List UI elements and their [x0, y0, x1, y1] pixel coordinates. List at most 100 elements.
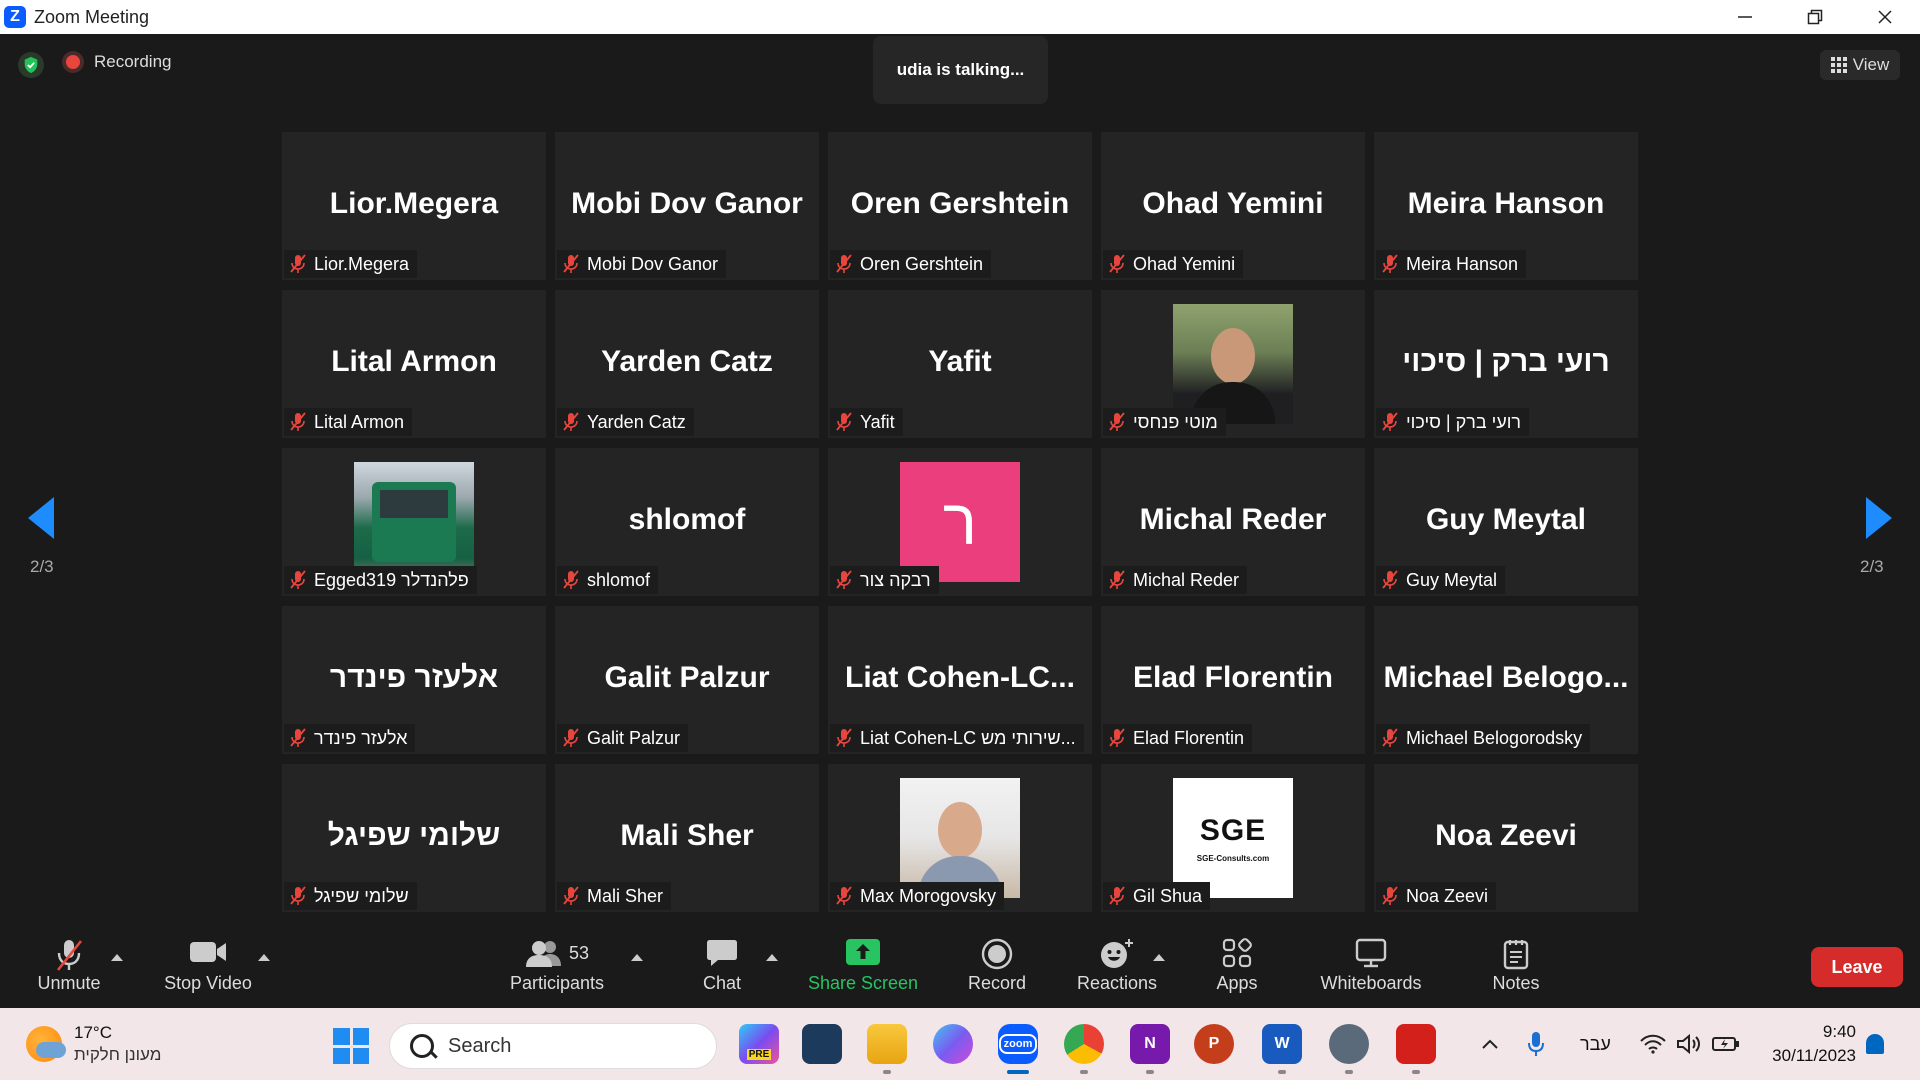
chat-bubble-icon: [707, 940, 737, 966]
file-explorer-icon[interactable]: [867, 1024, 907, 1064]
mic-muted-icon: [836, 254, 852, 273]
participants-options-chevron-up-icon[interactable]: [631, 954, 643, 961]
participants-button[interactable]: 53 Participants: [505, 924, 609, 1008]
participant-tile[interactable]: Ohad Yemini Ohad Yemini: [1101, 132, 1365, 280]
wifi-icon[interactable]: [1640, 1008, 1666, 1080]
ink-app-icon[interactable]: [802, 1024, 842, 1064]
participant-tile[interactable]: Michael Belogo... Michael Belogorodsky: [1374, 606, 1638, 754]
participant-tile[interactable]: ר רבקה צור: [828, 448, 1092, 596]
participant-tile[interactable]: Mobi Dov Ganor Mobi Dov Ganor: [555, 132, 819, 280]
participant-tile[interactable]: Mali Sher Mali Sher: [555, 764, 819, 912]
notes-button[interactable]: Notes: [1490, 924, 1542, 1008]
mic-muted-icon: [836, 728, 852, 747]
participant-tile[interactable]: Michal Reder Michal Reder: [1101, 448, 1365, 596]
powerpoint-icon[interactable]: P: [1194, 1024, 1234, 1064]
participant-tile[interactable]: רועי ברק | סיכוי רועי ברק | סיכוי: [1374, 290, 1638, 438]
participant-name-label: Michael Belogorodsky: [1376, 724, 1591, 752]
weather-widget[interactable]: 17°C מעונן חלקית: [26, 1022, 161, 1066]
security-shield-icon[interactable]: [18, 52, 44, 78]
participant-tile[interactable]: Lital Armon Lital Armon: [282, 290, 546, 438]
participant-name-label: Lital Armon: [284, 408, 413, 436]
stop-video-button[interactable]: Stop Video: [158, 924, 258, 1008]
restore-button[interactable]: [1780, 0, 1850, 34]
copilot-preview-icon[interactable]: PRE: [739, 1024, 779, 1064]
participant-name-label: Lior.Megera: [284, 250, 418, 278]
participant-photo: [354, 462, 474, 582]
participant-tile[interactable]: Lior.Megera Lior.Megera: [282, 132, 546, 280]
microphone-in-use-icon[interactable]: [1528, 1008, 1544, 1080]
window-controls: [1710, 0, 1920, 34]
acrobat-icon[interactable]: [1396, 1024, 1436, 1064]
mic-muted-icon: [563, 412, 579, 431]
view-button[interactable]: View: [1820, 50, 1900, 80]
participant-tile[interactable]: שלומי שפיגל שלומי שפיגל: [282, 764, 546, 912]
participant-tile[interactable]: Galit Palzur Galit Palzur: [555, 606, 819, 754]
participant-name-label: Meira Hanson: [1376, 250, 1527, 278]
copilot-icon[interactable]: [933, 1024, 973, 1064]
unmute-button[interactable]: Unmute: [28, 924, 110, 1008]
participant-tile[interactable]: Egged319 פלהנדלר: [282, 448, 546, 596]
participant-tile[interactable]: Elad Florentin Elad Florentin: [1101, 606, 1365, 754]
participant-tile[interactable]: Yafit Yafit: [828, 290, 1092, 438]
settings-gear-icon[interactable]: [1329, 1024, 1369, 1064]
volume-icon[interactable]: [1676, 1008, 1702, 1080]
chat-button[interactable]: Chat: [700, 924, 744, 1008]
participant-tile[interactable]: Oren Gershtein Oren Gershtein: [828, 132, 1092, 280]
audio-options-chevron-up-icon[interactable]: [111, 954, 123, 961]
recording-dot-icon: [66, 55, 80, 69]
participant-tile[interactable]: אלעזר פינדר אלעזר פינדר: [282, 606, 546, 754]
taskbar-search-box[interactable]: Search: [389, 1023, 717, 1069]
participant-tile[interactable]: Noa Zeevi Noa Zeevi: [1374, 764, 1638, 912]
previous-page-arrow-icon[interactable]: [28, 497, 54, 539]
mic-muted-icon: [563, 570, 579, 589]
mic-muted-icon: [1109, 254, 1125, 273]
start-windows-icon[interactable]: [333, 1028, 369, 1064]
chrome-icon[interactable]: [1064, 1024, 1104, 1064]
close-button[interactable]: [1850, 0, 1920, 34]
show-hidden-icons-chevron-up-icon[interactable]: [1480, 1008, 1500, 1080]
mic-muted-icon: [836, 570, 852, 589]
chat-options-chevron-up-icon[interactable]: [766, 954, 778, 961]
microphone-muted-icon: [56, 940, 83, 971]
participant-tile[interactable]: Liat Cohen-LC... Liat Cohen-LC שירותי מש…: [828, 606, 1092, 754]
participant-tile[interactable]: Yarden Catz Yarden Catz: [555, 290, 819, 438]
battery-charging-icon[interactable]: [1712, 1008, 1740, 1080]
mic-muted-icon: [1109, 728, 1125, 747]
next-page-arrow-icon[interactable]: [1866, 497, 1892, 539]
participant-name-label: רבקה צור: [830, 566, 939, 594]
system-clock[interactable]: 9:40 30/11/2023: [1756, 1020, 1856, 1068]
word-icon[interactable]: W: [1262, 1024, 1302, 1064]
reactions-button[interactable]: Reactions: [1074, 924, 1160, 1008]
recording-indicator[interactable]: Recording: [66, 52, 172, 72]
participant-tile[interactable]: Max Morogovsky: [828, 764, 1092, 912]
notification-bell-icon[interactable]: [1866, 1034, 1884, 1054]
record-button[interactable]: Record: [966, 924, 1028, 1008]
search-icon: [410, 1034, 434, 1058]
view-label: View: [1852, 55, 1890, 74]
reactions-options-chevron-up-icon[interactable]: [1153, 954, 1165, 961]
input-language[interactable]: עבר: [1580, 1008, 1611, 1080]
onenote-icon[interactable]: N: [1130, 1024, 1170, 1064]
apps-button[interactable]: Apps: [1212, 924, 1262, 1008]
participant-tile[interactable]: SGE SGE-Consults.com Gil Shua: [1101, 764, 1365, 912]
participant-tile[interactable]: Meira Hanson Meira Hanson: [1374, 132, 1638, 280]
clock-time: 9:40: [1822, 1022, 1856, 1041]
video-camera-icon: [190, 942, 226, 962]
participant-name-label: Liat Cohen-LC שירותי מש...: [830, 724, 1084, 752]
whiteboards-button[interactable]: Whiteboards: [1314, 924, 1428, 1008]
participant-photo: [900, 778, 1020, 898]
participant-tile[interactable]: Guy Meytal Guy Meytal: [1374, 448, 1638, 596]
participant-name-label: Galit Palzur: [557, 724, 689, 752]
mic-muted-icon: [1109, 570, 1125, 589]
minimize-button[interactable]: [1710, 0, 1780, 34]
minimize-icon: [1738, 16, 1752, 18]
participant-name-label: Yafit: [830, 408, 903, 436]
participant-name-label: Noa Zeevi: [1376, 882, 1497, 910]
leave-meeting-button[interactable]: Leave: [1811, 947, 1903, 987]
participant-tile[interactable]: shlomof shlomof: [555, 448, 819, 596]
video-options-chevron-up-icon[interactable]: [258, 954, 270, 961]
participant-name-label: שלומי שפיגל: [284, 882, 417, 910]
participant-tile[interactable]: מוטי פנחסי: [1101, 290, 1365, 438]
zoom-app-icon[interactable]: zoom: [998, 1024, 1038, 1064]
share-screen-button[interactable]: Share Screen: [806, 924, 920, 1008]
